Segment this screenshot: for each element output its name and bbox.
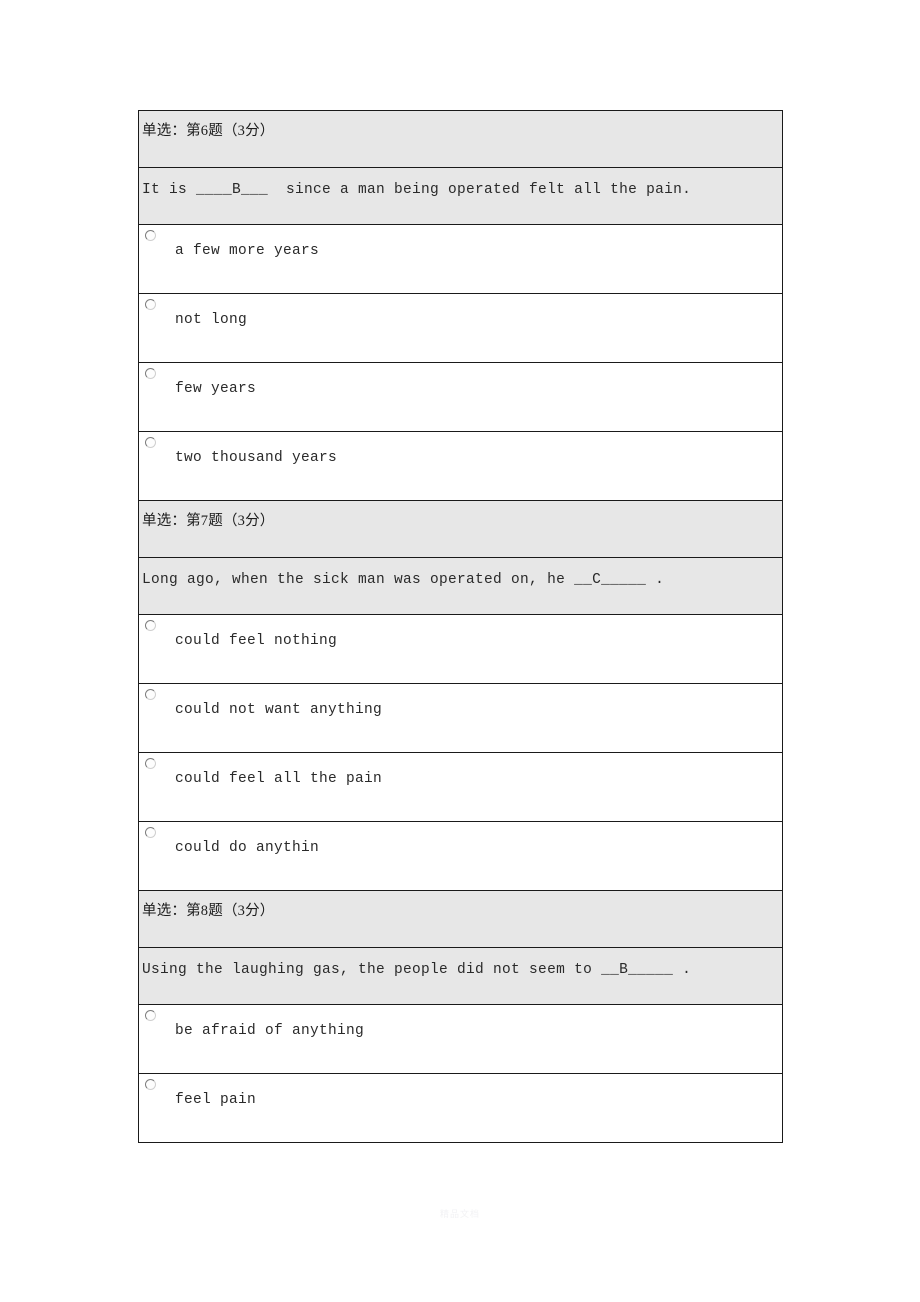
question-header-label: 单选：第8题（3分） (142, 903, 275, 919)
radio-button-icon[interactable] (145, 689, 156, 700)
question-stem-text: Long ago, when the sick man was operated… (142, 572, 665, 588)
option-row[interactable]: could feel all the pain (138, 752, 783, 822)
option-row[interactable]: feel pain (138, 1073, 783, 1143)
question-header-7: 单选：第7题（3分） (138, 500, 783, 558)
question-stem-8: Using the laughing gas, the people did n… (138, 947, 783, 1005)
question-block-7: 单选：第7题（3分） (138, 500, 783, 558)
radio-button-icon[interactable] (145, 437, 156, 448)
question-block-6: 单选：第6题（3分） (138, 110, 783, 168)
question-block-8: 单选：第8题（3分） (138, 890, 783, 948)
radio-button-icon[interactable] (145, 620, 156, 631)
option-row[interactable]: a few more years (138, 224, 783, 294)
question-header-label: 单选：第6题（3分） (142, 123, 275, 139)
option-label: could not want anything (175, 702, 383, 718)
option-row[interactable]: could feel nothing (138, 614, 783, 684)
radio-button-icon[interactable] (145, 827, 156, 838)
option-row[interactable]: could do anythin (138, 821, 783, 891)
option-label: feel pain (175, 1092, 257, 1108)
radio-button-icon[interactable] (145, 368, 156, 379)
question-header-label: 单选：第7题（3分） (142, 513, 275, 529)
option-row[interactable]: not long (138, 293, 783, 363)
option-label: two thousand years (175, 450, 338, 466)
question-stem-6: It is ____B___ since a man being operate… (138, 167, 783, 225)
option-label: few years (175, 381, 257, 397)
question-stem-7: Long ago, when the sick man was operated… (138, 557, 783, 615)
option-label: could feel all the pain (175, 771, 383, 787)
radio-button-icon[interactable] (145, 299, 156, 310)
quiz-sheet: 单选：第6题（3分） It is ____B___ since a man be… (138, 110, 783, 1143)
radio-button-icon[interactable] (145, 1010, 156, 1021)
option-row[interactable]: two thousand years (138, 431, 783, 501)
question-header-6: 单选：第6题（3分） (138, 110, 783, 168)
option-row[interactable]: could not want anything (138, 683, 783, 753)
option-label: not long (175, 312, 248, 328)
option-row[interactable]: few years (138, 362, 783, 432)
option-label: could feel nothing (175, 633, 338, 649)
quiz-table: 单选：第6题（3分） It is ____B___ since a man be… (138, 110, 783, 1143)
radio-button-icon[interactable] (145, 758, 156, 769)
question-stem-text: It is ____B___ since a man being operate… (142, 182, 692, 198)
option-label: could do anythin (175, 840, 320, 856)
page-watermark: 精品文档 (439, 1209, 480, 1219)
option-row[interactable]: be afraid of anything (138, 1004, 783, 1074)
question-header-8: 单选：第8题（3分） (138, 890, 783, 948)
question-stem-text: Using the laughing gas, the people did n… (142, 962, 692, 978)
radio-button-icon[interactable] (145, 230, 156, 241)
option-label: a few more years (175, 243, 320, 259)
radio-button-icon[interactable] (145, 1079, 156, 1090)
option-label: be afraid of anything (175, 1023, 365, 1039)
